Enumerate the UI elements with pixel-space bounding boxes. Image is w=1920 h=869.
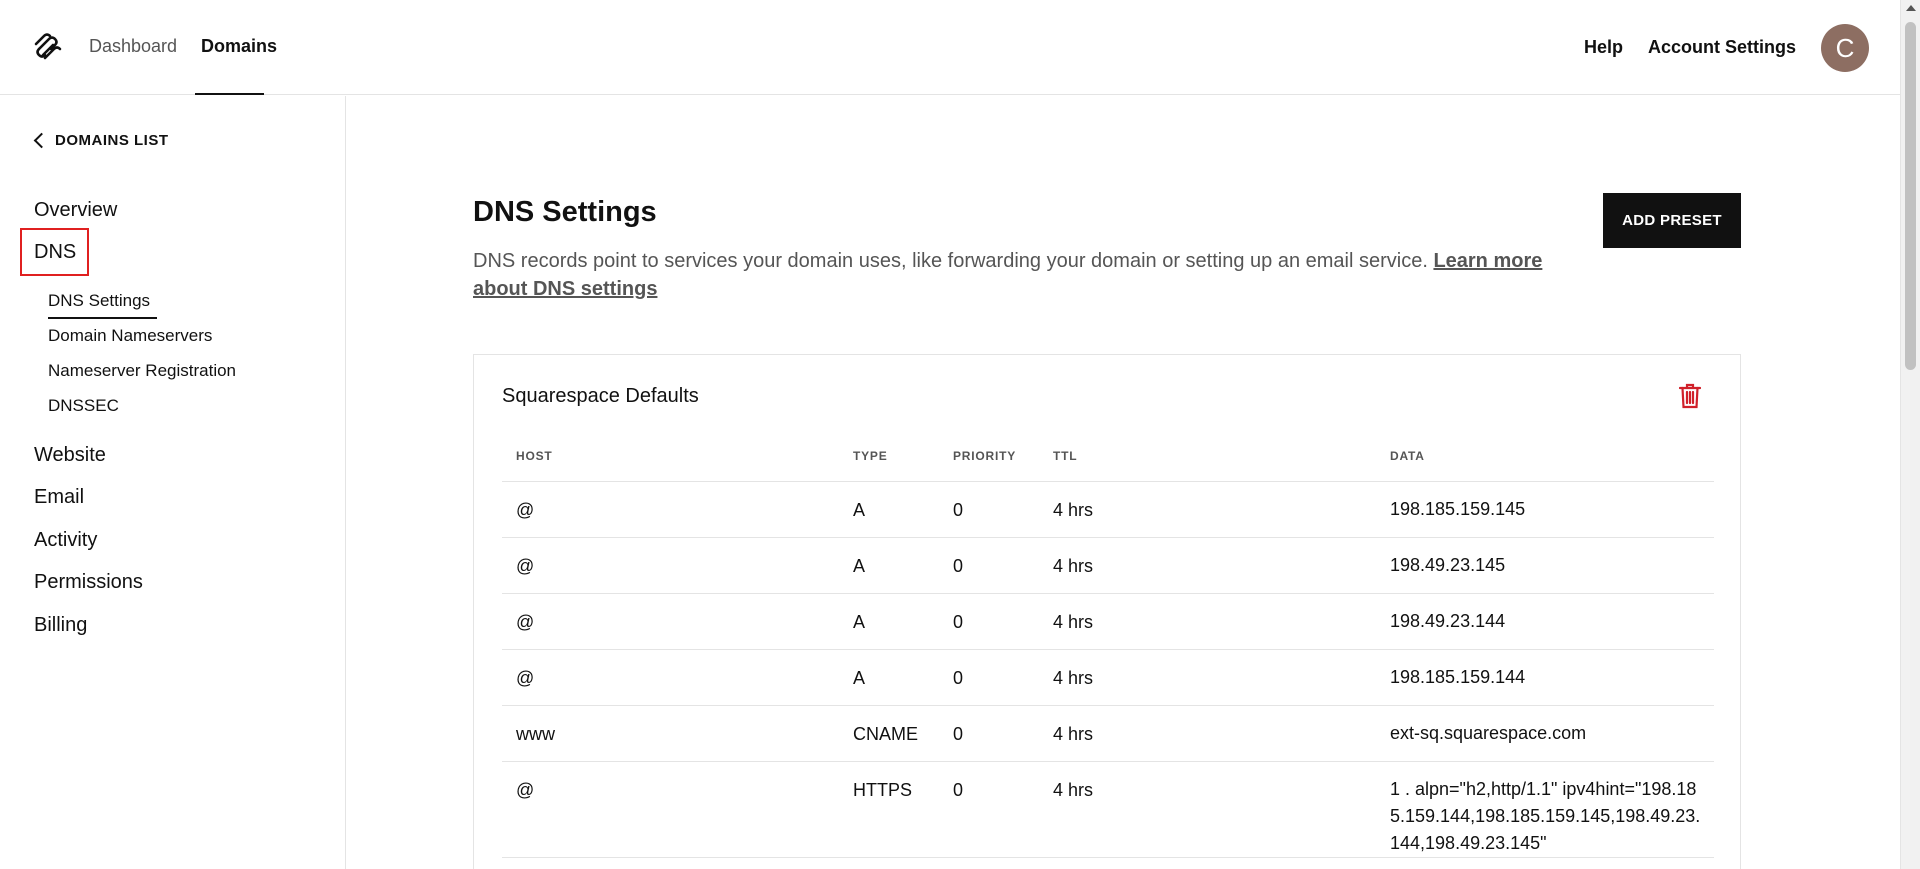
table-row[interactable]: @ A 0 4 hrs 198.185.159.145 (502, 481, 1714, 538)
sidebar-item-permissions[interactable]: Permissions (34, 571, 143, 594)
page-title: DNS Settings (473, 196, 657, 228)
nav-dashboard-link[interactable]: Dashboard (89, 36, 177, 57)
column-header-data: DATA (1376, 431, 1714, 482)
cell-data: ext-sq.squarespace.com (1376, 705, 1714, 762)
trash-icon[interactable] (1679, 383, 1701, 409)
cell-ttl: 4 hrs (1039, 705, 1376, 762)
add-preset-button[interactable]: ADD PRESET (1603, 193, 1741, 248)
cell-type: A (839, 649, 939, 706)
cell-type: A (839, 481, 939, 538)
sidebar-item-overview[interactable]: Overview (34, 199, 117, 222)
column-header-type: TYPE (839, 431, 939, 482)
table-row[interactable]: @ A 0 4 hrs 198.49.23.145 (502, 537, 1714, 594)
sidebar-item-email[interactable]: Email (34, 486, 84, 509)
active-nav-underline (195, 93, 264, 95)
domains-list-back-link[interactable]: DOMAINS LIST (33, 132, 169, 149)
cell-ttl: 4 hrs (1039, 537, 1376, 594)
page-description: DNS records point to services your domai… (473, 247, 1565, 303)
cell-ttl: 4 hrs (1039, 649, 1376, 706)
column-header-host: HOST (502, 431, 839, 482)
cell-priority: 0 (939, 537, 1039, 594)
cell-priority: 0 (939, 761, 1039, 858)
sidebar-subitem-dnssec[interactable]: DNSSEC (48, 396, 119, 416)
sidebar-subitem-domain-nameservers[interactable]: Domain Nameservers (48, 326, 212, 346)
avatar[interactable]: C (1821, 24, 1869, 72)
table-row[interactable]: @ A 0 4 hrs 198.49.23.144 (502, 593, 1714, 650)
scroll-up-arrow-icon[interactable] (1906, 5, 1916, 11)
cell-host: @ (502, 537, 839, 594)
cell-host: @ (502, 649, 839, 706)
cell-data: 198.185.159.145 (1376, 481, 1714, 538)
cell-ttl: 4 hrs (1039, 593, 1376, 650)
table-header-row: HOST TYPE PRIORITY TTL DATA (502, 431, 1714, 482)
squarespace-logo-icon[interactable] (32, 32, 62, 62)
cell-data: 198.49.23.145 (1376, 537, 1714, 594)
cell-priority: 0 (939, 481, 1039, 538)
sidebar-item-website[interactable]: Website (34, 444, 106, 467)
cell-host: www (502, 705, 839, 762)
sidebar: DOMAINS LIST Overview DNS DNS Settings D… (0, 96, 346, 869)
cell-type: HTTPS (839, 761, 939, 858)
table-row[interactable]: www CNAME 0 4 hrs ext-sq.squarespace.com (502, 705, 1714, 762)
cell-host: @ (502, 481, 839, 538)
cell-data: 1 . alpn="h2,http/1.1" ipv4hint="198.185… (1376, 761, 1714, 858)
active-subitem-underline (48, 317, 157, 319)
card-title: Squarespace Defaults (502, 385, 699, 407)
cell-type: A (839, 537, 939, 594)
cell-type: CNAME (839, 705, 939, 762)
top-header: Dashboard Domains Help Account Settings … (0, 0, 1900, 95)
cell-host: @ (502, 761, 839, 858)
help-link[interactable]: Help (1584, 37, 1623, 58)
cell-data: 198.185.159.144 (1376, 649, 1714, 706)
sidebar-item-dns[interactable]: DNS (34, 241, 76, 264)
back-label: DOMAINS LIST (55, 132, 169, 149)
description-text: DNS records point to services your domai… (473, 250, 1428, 272)
cell-ttl: 4 hrs (1039, 761, 1376, 858)
nav-domains-link[interactable]: Domains (201, 36, 277, 57)
cell-type: A (839, 593, 939, 650)
account-settings-link[interactable]: Account Settings (1648, 37, 1796, 58)
page-scrollbar[interactable] (1900, 0, 1920, 869)
cell-priority: 0 (939, 705, 1039, 762)
table-row[interactable]: @ HTTPS 0 4 hrs 1 . alpn="h2,http/1.1" i… (502, 761, 1714, 858)
scroll-thumb[interactable] (1905, 22, 1916, 370)
dns-records-table: HOST TYPE PRIORITY TTL DATA @ A 0 4 hrs … (502, 431, 1714, 858)
chevron-left-icon (33, 132, 50, 149)
cell-priority: 0 (939, 649, 1039, 706)
cell-host: @ (502, 593, 839, 650)
dns-records-card: Squarespace Defaults HOST TYPE PRIORITY … (473, 354, 1741, 869)
sidebar-subitem-dns-settings[interactable]: DNS Settings (48, 291, 150, 311)
sidebar-item-activity[interactable]: Activity (34, 529, 97, 552)
cell-data: 198.49.23.144 (1376, 593, 1714, 650)
cell-priority: 0 (939, 593, 1039, 650)
column-header-priority: PRIORITY (939, 431, 1039, 482)
cell-ttl: 4 hrs (1039, 481, 1376, 538)
sidebar-subitem-nameserver-registration[interactable]: Nameserver Registration (48, 361, 236, 381)
column-header-ttl: TTL (1039, 431, 1376, 482)
sidebar-item-billing[interactable]: Billing (34, 614, 87, 637)
table-row[interactable]: @ A 0 4 hrs 198.185.159.144 (502, 649, 1714, 706)
